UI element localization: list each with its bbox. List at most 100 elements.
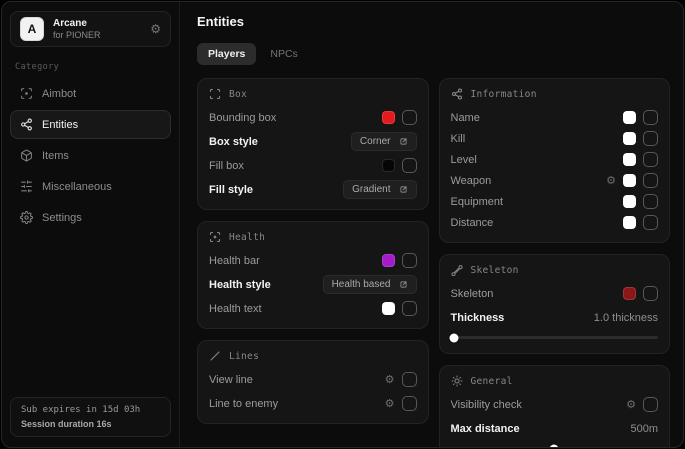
sidebar-item-items[interactable]: Items [10,141,171,170]
logo-card: A Arcane for PIONER ⚙ [10,11,171,47]
max-distance-slider[interactable] [451,447,659,448]
color-swatch[interactable] [623,287,636,300]
box-corners-icon [209,88,221,100]
sliders-icon [20,180,33,193]
health-bar-checkbox[interactable] [402,253,417,268]
tab-npcs[interactable]: NPCs [259,43,308,65]
app-subtitle: for PIONER [53,30,101,40]
sidebar: A Arcane for PIONER ⚙ Category Aimbot En… [2,2,180,447]
panel-title: Box [229,89,247,100]
color-swatch[interactable] [623,132,636,145]
slider-thumb[interactable] [550,444,559,448]
sidebar-item-label: Settings [42,212,82,224]
box-panel-header: Box [209,88,417,100]
visibility-settings-gear-icon[interactable]: ⚙ [626,399,636,410]
panel-title: Information [471,89,537,100]
health-panel-header: Health [209,231,417,243]
bone-icon [451,264,463,276]
row-label: Fill box [209,160,244,172]
sidebar-item-settings[interactable]: Settings [10,203,171,232]
right-column: Information Name Kill [439,78,671,448]
sidebar-item-aimbot[interactable]: Aimbot [10,79,171,108]
slider-thumb[interactable] [449,333,458,342]
row-label: Equipment [451,196,504,208]
row-label: Health bar [209,255,260,267]
row-label: Box style [209,136,258,148]
information-panel-header: Information [451,88,659,100]
row-label: Kill [451,133,466,145]
equipment-checkbox[interactable] [643,194,658,209]
color-swatch[interactable] [623,153,636,166]
weapon-checkbox[interactable] [643,173,658,188]
subscription-info-card: Sub expires in 15d 03h Session duration … [10,397,171,437]
sub-expiry-text: Sub expires in 15d 03h [21,405,160,415]
color-swatch[interactable] [623,195,636,208]
row-label: Distance [451,217,494,229]
name-row: Name [451,108,659,127]
bounding-box-row: Bounding box [209,108,417,127]
fill-style-row: Fill style Gradient [209,180,417,199]
bounding-box-checkbox[interactable] [402,110,417,125]
thickness-slider[interactable] [451,336,659,339]
fill-box-checkbox[interactable] [402,158,417,173]
lines-panel-header: Lines [209,350,417,362]
name-checkbox[interactable] [643,110,658,125]
kill-checkbox[interactable] [643,131,658,146]
sidebar-item-miscellaneous[interactable]: Miscellaneous [10,172,171,201]
color-swatch[interactable] [382,159,395,172]
max-distance-row: Max distance 500m [451,419,659,438]
skeleton-checkbox[interactable] [643,286,658,301]
fill-style-dropdown[interactable]: Gradient [343,180,416,199]
entity-tabs: Players NPCs [197,43,670,65]
expand-icon [399,137,408,146]
color-swatch[interactable] [382,111,395,124]
row-label: Skeleton [451,288,494,300]
slider-fill [451,447,555,448]
health-style-dropdown[interactable]: Health based [323,275,417,294]
session-duration-text: Session duration 16s [21,419,160,429]
tab-players[interactable]: Players [197,43,256,65]
line-to-enemy-settings-gear-icon[interactable]: ⚙ [385,398,395,409]
sidebar-item-label: Miscellaneous [42,181,112,193]
package-icon [20,149,33,162]
sun-icon [451,375,463,387]
panel-title: Lines [229,351,259,362]
max-distance-value: 500m [630,423,658,435]
panel-title: General [471,376,513,387]
color-swatch[interactable] [382,302,395,315]
color-swatch[interactable] [623,174,636,187]
box-style-row: Box style Corner [209,132,417,151]
color-swatch[interactable] [382,254,395,267]
view-line-checkbox[interactable] [402,372,417,387]
health-style-row: Health style Health based [209,275,417,294]
general-panel: General Visibility check ⚙ Max distance [439,365,671,448]
line-to-enemy-checkbox[interactable] [402,396,417,411]
box-panel: Box Bounding box Box style [197,78,429,210]
sidebar-item-entities[interactable]: Entities [10,110,171,139]
dropdown-value: Gradient [352,184,390,195]
panel-title: Health [229,232,265,243]
color-swatch[interactable] [623,216,636,229]
skeleton-panel: Skeleton Skeleton Thickness 1.0 t [439,254,671,354]
logo-settings-gear-icon[interactable]: ⚙ [150,23,161,35]
box-style-dropdown[interactable]: Corner [351,132,417,151]
panel-columns: Box Bounding box Box style [197,78,670,448]
health-text-checkbox[interactable] [402,301,417,316]
page-title: Entities [197,14,670,29]
row-label: Line to enemy [209,398,278,410]
kill-row: Kill [451,129,659,148]
weapon-settings-gear-icon[interactable]: ⚙ [606,175,616,186]
view-line-settings-gear-icon[interactable]: ⚙ [385,374,395,385]
app-window: A Arcane for PIONER ⚙ Category Aimbot En… [1,1,684,448]
level-checkbox[interactable] [643,152,658,167]
distance-checkbox[interactable] [643,215,658,230]
visibility-check-checkbox[interactable] [643,397,658,412]
category-label: Category [15,62,166,72]
color-swatch[interactable] [623,111,636,124]
dropdown-value: Corner [360,136,391,147]
lines-panel: Lines View line ⚙ Line to enemy [197,340,429,424]
app-logo: A [20,17,44,41]
sidebar-item-label: Aimbot [42,88,76,100]
dropdown-value: Health based [332,279,391,290]
sidebar-nav: Aimbot Entities Items Miscellaneous Sett… [10,79,171,232]
